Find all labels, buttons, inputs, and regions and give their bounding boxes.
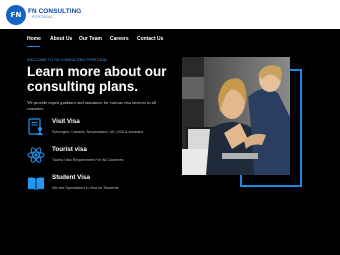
service-title-tourist-visa: Tourist visa [52,146,87,153]
atom-icon [27,146,45,164]
nav-home[interactable]: Home [27,36,41,42]
company-logo[interactable]: FN [6,5,26,25]
service-title-student-visa: Student Visa [52,174,91,181]
brand-subtitle: PORTUGAL [32,15,53,19]
visa-document-person-icon [27,118,45,136]
main-navigation: Home About Us Our Team Careers Contact U… [0,29,340,51]
open-book-icon [27,174,45,192]
service-desc-student-visa: We are Specialized in Visa for Students [52,186,119,190]
nav-about-us[interactable]: About Us [50,36,72,42]
active-nav-indicator [27,46,40,48]
logo-mark: FN [10,11,22,19]
team-meeting-photo [182,57,290,175]
service-title-visit-visa: Visit Visa [52,118,80,125]
hero-eyebrow: WELCOME TO FN CONSULTING PORTUGAL [27,58,108,62]
site-header: FN FN CONSULTING PORTUGAL [0,0,340,29]
nav-careers[interactable]: Careers [110,36,129,42]
nav-our-team[interactable]: Our Team [79,36,102,42]
nav-contact-us[interactable]: Contact Us [137,36,163,42]
service-desc-visit-visa: Schengen, Canada, Newzealand, Uk, USA & … [52,130,144,134]
hero-headline: Learn more about our consulting plans. [27,64,167,94]
brand-name[interactable]: FN CONSULTING [28,8,81,15]
hero-intro: We provide expert guidance and assistanc… [27,100,157,111]
service-desc-tourist-visa: Tourist Visa Requirement For All Countri… [52,158,124,162]
